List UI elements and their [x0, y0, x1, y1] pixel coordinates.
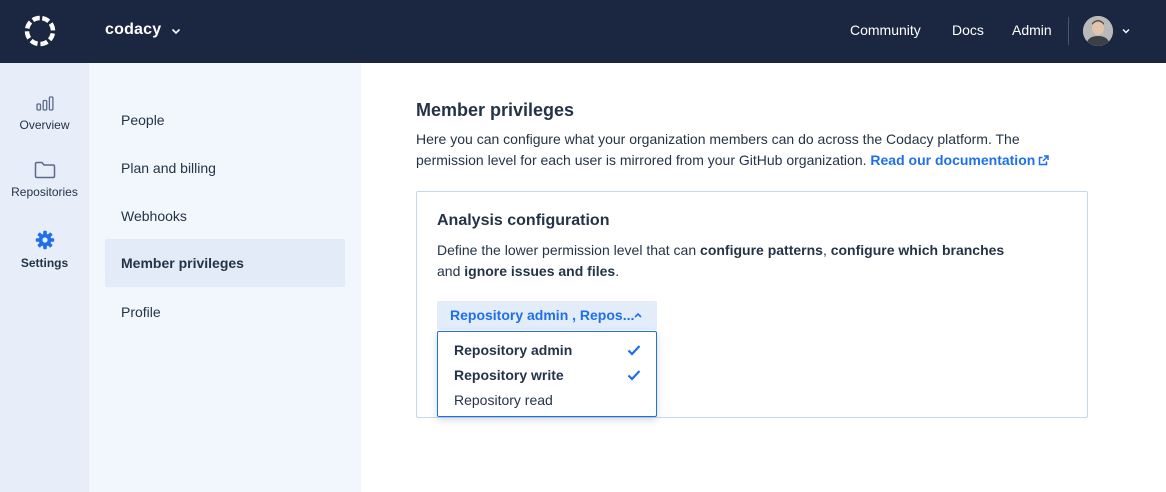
- page-description: Here you can configure what your organiz…: [416, 129, 1076, 171]
- option-repository-read[interactable]: Repository read: [454, 389, 644, 411]
- rail-item-overview[interactable]: Overview: [0, 96, 89, 132]
- user-menu-chevron-icon[interactable]: [1121, 26, 1131, 36]
- bar-chart-icon: [35, 96, 54, 111]
- permission-dropdown-menu: Repository admin Repository write Reposi…: [437, 331, 657, 417]
- card-desc-period: .: [615, 263, 620, 279]
- page-title: Member privileges: [416, 100, 575, 120]
- rail-item-repositories[interactable]: Repositories: [0, 161, 89, 199]
- rail-label-overview: Overview: [19, 118, 70, 132]
- nav-docs-link[interactable]: Docs: [952, 22, 984, 38]
- card-title: Analysis configuration: [437, 212, 610, 229]
- chevron-up-icon: [634, 312, 642, 318]
- chevron-down-icon: [172, 28, 181, 35]
- card-description: Define the lower permission level that c…: [437, 240, 1037, 282]
- checkmark-icon: [627, 370, 641, 381]
- nav-admin-link[interactable]: Admin: [1012, 22, 1052, 38]
- permission-level-select[interactable]: Repository admin , Repos...: [437, 301, 657, 330]
- subnav-item-webhooks[interactable]: Webhooks: [105, 192, 345, 240]
- card-desc-text: Define the lower permission level that c…: [437, 242, 701, 258]
- avatar[interactable]: [1083, 16, 1113, 46]
- org-switcher[interactable]: codacy: [105, 21, 182, 39]
- icon-rail: Overview Repositories Settings: [0, 63, 89, 492]
- subnav-item-member-privileges[interactable]: Member privileges: [105, 239, 345, 287]
- top-bar: codacy Community Docs Admin: [0, 0, 1166, 63]
- gear-icon: [35, 230, 54, 250]
- option-repository-write[interactable]: Repository write: [454, 364, 644, 386]
- settings-subnav: People Plan and billing Webhooks Member …: [89, 63, 361, 492]
- rail-label-repositories: Repositories: [11, 185, 78, 199]
- external-link-icon: [1039, 155, 1050, 166]
- org-name: codacy: [105, 21, 162, 38]
- documentation-link-label: Read our documentation: [870, 152, 1036, 168]
- nav-community-link[interactable]: Community: [850, 22, 921, 38]
- option-label: Repository write: [454, 367, 564, 383]
- option-label: Repository read: [454, 392, 553, 408]
- card-desc-bold-branches: configure which branches: [830, 242, 1005, 258]
- subnav-item-profile[interactable]: Profile: [105, 288, 345, 336]
- option-label: Repository admin: [454, 342, 573, 358]
- card-desc-bold-ignore: ignore issues and files: [464, 263, 616, 279]
- folder-icon: [34, 161, 55, 179]
- card-desc-sep: ,: [822, 242, 831, 258]
- user-avatar-icon: [1083, 16, 1113, 46]
- subnav-item-people[interactable]: People: [105, 96, 345, 144]
- rail-item-settings[interactable]: Settings: [0, 230, 89, 270]
- codacy-logo-icon[interactable]: [22, 13, 58, 49]
- card-desc-and: and: [437, 263, 465, 279]
- checkmark-icon: [627, 345, 641, 356]
- option-repository-admin[interactable]: Repository admin: [454, 339, 644, 361]
- subnav-item-plan-and-billing[interactable]: Plan and billing: [105, 144, 345, 192]
- nav-divider: [1068, 17, 1069, 45]
- card-desc-bold-patterns: configure patterns: [700, 242, 823, 258]
- rail-label-settings: Settings: [20, 256, 69, 270]
- permission-select-value: Repository admin , Repos...: [450, 307, 635, 323]
- documentation-link[interactable]: Read our documentation: [870, 152, 1050, 168]
